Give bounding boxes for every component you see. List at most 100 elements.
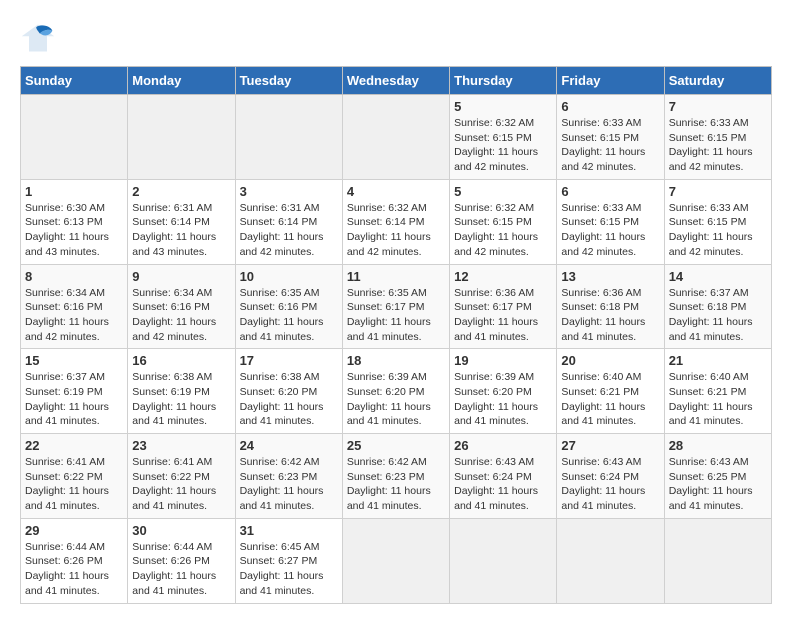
column-header-wednesday: Wednesday [342, 67, 449, 95]
day-info: Sunrise: 6:38 AM Sunset: 6:20 PM Dayligh… [240, 370, 338, 429]
day-number: 26 [454, 438, 552, 453]
calendar-cell: 23 Sunrise: 6:41 AM Sunset: 6:22 PM Dayl… [128, 434, 235, 519]
day-info: Sunrise: 6:33 AM Sunset: 6:15 PM Dayligh… [669, 201, 767, 260]
column-header-friday: Friday [557, 67, 664, 95]
day-info: Sunrise: 6:40 AM Sunset: 6:21 PM Dayligh… [669, 370, 767, 429]
calendar-cell: 24 Sunrise: 6:42 AM Sunset: 6:23 PM Dayl… [235, 434, 342, 519]
calendar-cell: 19 Sunrise: 6:39 AM Sunset: 6:20 PM Dayl… [450, 349, 557, 434]
day-number: 11 [347, 269, 445, 284]
day-info: Sunrise: 6:44 AM Sunset: 6:26 PM Dayligh… [25, 540, 123, 599]
calendar-cell: 7 Sunrise: 6:33 AM Sunset: 6:15 PM Dayli… [664, 179, 771, 264]
day-info: Sunrise: 6:32 AM Sunset: 6:15 PM Dayligh… [454, 116, 552, 175]
day-info: Sunrise: 6:37 AM Sunset: 6:18 PM Dayligh… [669, 286, 767, 345]
calendar-cell: 31 Sunrise: 6:45 AM Sunset: 6:27 PM Dayl… [235, 518, 342, 603]
day-info: Sunrise: 6:42 AM Sunset: 6:23 PM Dayligh… [347, 455, 445, 514]
day-info: Sunrise: 6:41 AM Sunset: 6:22 PM Dayligh… [132, 455, 230, 514]
calendar-cell: 30 Sunrise: 6:44 AM Sunset: 6:26 PM Dayl… [128, 518, 235, 603]
day-info: Sunrise: 6:43 AM Sunset: 6:24 PM Dayligh… [561, 455, 659, 514]
calendar-cell [235, 95, 342, 180]
calendar-cell [557, 518, 664, 603]
day-info: Sunrise: 6:34 AM Sunset: 6:16 PM Dayligh… [132, 286, 230, 345]
calendar-cell: 15 Sunrise: 6:37 AM Sunset: 6:19 PM Dayl… [21, 349, 128, 434]
calendar-cell: 13 Sunrise: 6:36 AM Sunset: 6:18 PM Dayl… [557, 264, 664, 349]
day-info: Sunrise: 6:35 AM Sunset: 6:16 PM Dayligh… [240, 286, 338, 345]
day-info: Sunrise: 6:42 AM Sunset: 6:23 PM Dayligh… [240, 455, 338, 514]
day-number: 19 [454, 353, 552, 368]
day-info: Sunrise: 6:33 AM Sunset: 6:15 PM Dayligh… [561, 201, 659, 260]
day-info: Sunrise: 6:31 AM Sunset: 6:14 PM Dayligh… [240, 201, 338, 260]
day-info: Sunrise: 6:43 AM Sunset: 6:24 PM Dayligh… [454, 455, 552, 514]
day-info: Sunrise: 6:36 AM Sunset: 6:17 PM Dayligh… [454, 286, 552, 345]
day-number: 5 [454, 99, 552, 114]
day-number: 15 [25, 353, 123, 368]
calendar-cell: 18 Sunrise: 6:39 AM Sunset: 6:20 PM Dayl… [342, 349, 449, 434]
day-number: 25 [347, 438, 445, 453]
calendar-cell: 12 Sunrise: 6:36 AM Sunset: 6:17 PM Dayl… [450, 264, 557, 349]
day-number: 31 [240, 523, 338, 538]
day-info: Sunrise: 6:34 AM Sunset: 6:16 PM Dayligh… [25, 286, 123, 345]
calendar-cell: 9 Sunrise: 6:34 AM Sunset: 6:16 PM Dayli… [128, 264, 235, 349]
calendar-cell: 16 Sunrise: 6:38 AM Sunset: 6:19 PM Dayl… [128, 349, 235, 434]
day-info: Sunrise: 6:35 AM Sunset: 6:17 PM Dayligh… [347, 286, 445, 345]
calendar-cell: 1 Sunrise: 6:30 AM Sunset: 6:13 PM Dayli… [21, 179, 128, 264]
day-number: 3 [240, 184, 338, 199]
day-number: 6 [561, 184, 659, 199]
day-info: Sunrise: 6:40 AM Sunset: 6:21 PM Dayligh… [561, 370, 659, 429]
calendar-cell [664, 518, 771, 603]
day-number: 22 [25, 438, 123, 453]
calendar-cell [342, 518, 449, 603]
calendar-cell: 6 Sunrise: 6:33 AM Sunset: 6:15 PM Dayli… [557, 179, 664, 264]
day-info: Sunrise: 6:31 AM Sunset: 6:14 PM Dayligh… [132, 201, 230, 260]
day-info: Sunrise: 6:43 AM Sunset: 6:25 PM Dayligh… [669, 455, 767, 514]
calendar-week-row: 8 Sunrise: 6:34 AM Sunset: 6:16 PM Dayli… [21, 264, 772, 349]
day-info: Sunrise: 6:44 AM Sunset: 6:26 PM Dayligh… [132, 540, 230, 599]
calendar-cell: 11 Sunrise: 6:35 AM Sunset: 6:17 PM Dayl… [342, 264, 449, 349]
calendar-table: SundayMondayTuesdayWednesdayThursdayFrid… [20, 66, 772, 604]
calendar-cell: 3 Sunrise: 6:31 AM Sunset: 6:14 PM Dayli… [235, 179, 342, 264]
day-number: 8 [25, 269, 123, 284]
day-info: Sunrise: 6:36 AM Sunset: 6:18 PM Dayligh… [561, 286, 659, 345]
day-info: Sunrise: 6:39 AM Sunset: 6:20 PM Dayligh… [454, 370, 552, 429]
day-number: 10 [240, 269, 338, 284]
day-info: Sunrise: 6:41 AM Sunset: 6:22 PM Dayligh… [25, 455, 123, 514]
column-header-sunday: Sunday [21, 67, 128, 95]
calendar-week-row: 1 Sunrise: 6:30 AM Sunset: 6:13 PM Dayli… [21, 179, 772, 264]
calendar-week-row: 5 Sunrise: 6:32 AM Sunset: 6:15 PM Dayli… [21, 95, 772, 180]
day-number: 27 [561, 438, 659, 453]
day-info: Sunrise: 6:37 AM Sunset: 6:19 PM Dayligh… [25, 370, 123, 429]
day-number: 9 [132, 269, 230, 284]
calendar-cell: 29 Sunrise: 6:44 AM Sunset: 6:26 PM Dayl… [21, 518, 128, 603]
column-header-tuesday: Tuesday [235, 67, 342, 95]
calendar-cell: 21 Sunrise: 6:40 AM Sunset: 6:21 PM Dayl… [664, 349, 771, 434]
day-number: 21 [669, 353, 767, 368]
calendar-week-row: 15 Sunrise: 6:37 AM Sunset: 6:19 PM Dayl… [21, 349, 772, 434]
day-info: Sunrise: 6:30 AM Sunset: 6:13 PM Dayligh… [25, 201, 123, 260]
day-number: 17 [240, 353, 338, 368]
day-number: 6 [561, 99, 659, 114]
column-header-thursday: Thursday [450, 67, 557, 95]
day-info: Sunrise: 6:32 AM Sunset: 6:15 PM Dayligh… [454, 201, 552, 260]
calendar-cell [450, 518, 557, 603]
calendar-cell: 5 Sunrise: 6:32 AM Sunset: 6:15 PM Dayli… [450, 179, 557, 264]
day-number: 23 [132, 438, 230, 453]
day-number: 13 [561, 269, 659, 284]
calendar-cell: 7 Sunrise: 6:33 AM Sunset: 6:15 PM Dayli… [664, 95, 771, 180]
calendar-cell: 6 Sunrise: 6:33 AM Sunset: 6:15 PM Dayli… [557, 95, 664, 180]
calendar-cell [21, 95, 128, 180]
day-number: 14 [669, 269, 767, 284]
day-number: 5 [454, 184, 552, 199]
logo [20, 20, 60, 56]
day-number: 1 [25, 184, 123, 199]
page-header [20, 20, 772, 56]
day-number: 18 [347, 353, 445, 368]
calendar-cell: 14 Sunrise: 6:37 AM Sunset: 6:18 PM Dayl… [664, 264, 771, 349]
calendar-cell [128, 95, 235, 180]
calendar-cell: 2 Sunrise: 6:31 AM Sunset: 6:14 PM Dayli… [128, 179, 235, 264]
day-number: 2 [132, 184, 230, 199]
day-number: 16 [132, 353, 230, 368]
day-number: 24 [240, 438, 338, 453]
calendar-cell: 26 Sunrise: 6:43 AM Sunset: 6:24 PM Dayl… [450, 434, 557, 519]
day-number: 7 [669, 99, 767, 114]
day-number: 4 [347, 184, 445, 199]
day-number: 28 [669, 438, 767, 453]
